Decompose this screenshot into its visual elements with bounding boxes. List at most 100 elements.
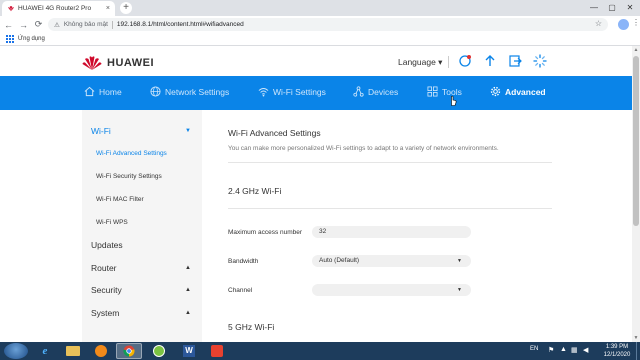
media-player-taskbar-icon[interactable] xyxy=(88,343,114,359)
back-button[interactable]: ← xyxy=(2,20,15,30)
bookmark-apps[interactable]: Ứng dụng xyxy=(18,36,45,42)
sidebar-item-updates[interactable]: Updates xyxy=(91,240,193,250)
tab-title: HUAWEI 4G Router2 Pro xyxy=(18,5,92,12)
scroll-up-icon[interactable]: ▲ xyxy=(632,47,640,53)
warning-icon: ⚠ xyxy=(54,21,60,29)
sidebar-item-router[interactable]: Router ▲ xyxy=(91,263,193,273)
close-window-button[interactable]: ✕ xyxy=(621,0,639,16)
nav-network-settings[interactable]: Network Settings xyxy=(150,86,229,97)
header-divider xyxy=(448,56,449,68)
nav-devices[interactable]: Devices xyxy=(353,86,398,97)
bookmark-star-icon[interactable]: ☆ xyxy=(595,19,602,28)
ie-taskbar-icon[interactable]: e xyxy=(32,343,58,359)
huawei-favicon-icon xyxy=(7,5,14,12)
flag-icon[interactable]: ⚑ xyxy=(548,346,554,354)
message-icon[interactable] xyxy=(458,54,472,68)
dropdown-arrow-icon: ▼ xyxy=(457,258,462,264)
caret-up-icon: ▲ xyxy=(185,310,191,316)
start-button[interactable] xyxy=(4,343,28,359)
word-taskbar-icon[interactable]: W xyxy=(176,343,202,359)
clock-date: 12/1/2020 xyxy=(603,352,631,358)
max-access-input[interactable]: 32 xyxy=(312,226,471,238)
sidebar-subitem-label: Wi-Fi Security Settings xyxy=(96,173,162,180)
nav-advanced[interactable]: Advanced xyxy=(490,86,546,97)
bandwidth-select[interactable]: Auto (Default) ▼ xyxy=(312,255,471,267)
main-nav: Home Network Settings Wi-Fi Settings Dev… xyxy=(0,76,632,110)
screen: HUAWEI 4G Router2 Pro × + — ▢ ✕ ← → ⟳ ⚠ … xyxy=(0,0,640,360)
scroll-down-icon[interactable]: ▼ xyxy=(632,335,640,341)
divider xyxy=(228,208,552,209)
gear-icon xyxy=(490,86,501,97)
max-access-value: 32 xyxy=(319,228,327,235)
page-scrollbar[interactable]: ▲ ▼ xyxy=(632,46,640,342)
language-select[interactable]: Language ▾ xyxy=(398,57,442,68)
sidebar-item-security[interactable]: Security ▲ xyxy=(91,285,193,295)
close-tab-icon[interactable]: × xyxy=(106,5,110,12)
sidebar-subitem-label: Wi-Fi Advanced Settings xyxy=(96,150,167,157)
new-tab-button[interactable]: + xyxy=(120,2,132,14)
sidebar-item-system-label: System xyxy=(91,308,120,318)
tray-expand-icon[interactable]: ▲ xyxy=(560,346,567,353)
show-desktop-button[interactable] xyxy=(636,342,640,360)
scrollbar-thumb[interactable] xyxy=(633,56,639,226)
maximize-button[interactable]: ▢ xyxy=(603,0,621,16)
sidebar-item-router-label: Router xyxy=(91,263,117,273)
browser-tab[interactable]: HUAWEI 4G Router2 Pro × xyxy=(2,1,115,16)
app-taskbar-icon[interactable] xyxy=(146,343,172,359)
logout-icon[interactable] xyxy=(508,54,522,68)
foxit-taskbar-icon[interactable] xyxy=(204,343,230,359)
chrome-icon xyxy=(123,345,135,357)
apps-grid-icon[interactable] xyxy=(6,35,14,43)
profile-avatar[interactable] xyxy=(618,19,629,30)
main-content: Wi-Fi Advanced Settings You can make mor… xyxy=(228,110,552,342)
divider xyxy=(228,162,552,163)
nav-wifi-settings-label: Wi-Fi Settings xyxy=(273,86,326,97)
huawei-logo[interactable]: HUAWEI xyxy=(82,55,154,71)
volume-icon[interactable]: ◀ xyxy=(583,346,588,354)
nav-devices-label: Devices xyxy=(368,86,399,97)
browser-tab-strip: HUAWEI 4G Router2 Pro × + — ▢ ✕ xyxy=(0,0,640,16)
system-clock[interactable]: 1:39 PM 12/1/2020 xyxy=(602,343,632,359)
sidebar-item-wifi-label: Wi-Fi xyxy=(91,126,111,136)
page-description: You can make more personalized Wi-Fi set… xyxy=(228,145,499,152)
update-arrow-icon[interactable] xyxy=(483,54,497,68)
reload-button[interactable]: ⟳ xyxy=(32,19,45,30)
chrome-taskbar-icon[interactable] xyxy=(116,343,142,359)
language-indicator[interactable]: EN xyxy=(530,346,538,352)
network-icon[interactable]: ▦ xyxy=(571,346,578,354)
bandwidth-value: Auto (Default) xyxy=(319,257,360,264)
devices-icon xyxy=(353,86,364,97)
sidebar-subitem-wifi-wps[interactable]: Wi-Fi WPS xyxy=(96,219,198,226)
folder-taskbar-icon[interactable] xyxy=(60,343,86,359)
nav-home[interactable]: Home xyxy=(84,86,122,97)
section-title-5ghz: 5 GHz Wi-Fi xyxy=(228,322,275,332)
sidebar-subitem-wifi-advanced[interactable]: Wi-Fi Advanced Settings xyxy=(96,150,198,157)
sidebar-subitem-wifi-security[interactable]: Wi-Fi Security Settings xyxy=(96,173,198,180)
sidebar-item-wifi[interactable]: Wi-Fi ▼ xyxy=(91,126,193,136)
security-status[interactable]: Không bảo mật xyxy=(64,21,108,28)
sidebar-subitem-label: Wi-Fi WPS xyxy=(96,219,128,226)
sidebar-subitem-wifi-mac-filter[interactable]: Wi-Fi MAC Filter xyxy=(96,196,198,203)
url-text[interactable]: 192.168.8.1/html/content.html#wifiadvanc… xyxy=(117,21,244,28)
huawei-flower-icon xyxy=(82,56,102,70)
sidebar-item-security-label: Security xyxy=(91,285,122,295)
brand-name: HUAWEI xyxy=(107,57,154,69)
sidebar-item-system[interactable]: System ▲ xyxy=(91,308,193,318)
sidebar: Wi-Fi ▼ Wi-Fi Advanced Settings Wi-Fi Se… xyxy=(82,110,202,342)
browser-menu-icon[interactable]: ⋮ xyxy=(632,18,640,27)
omnibox-divider xyxy=(111,20,113,29)
channel-select[interactable]: ▼ xyxy=(312,284,471,296)
bookmarks-bar: Ứng dụng xyxy=(0,33,640,46)
page-title: Wi-Fi Advanced Settings xyxy=(228,128,321,138)
loading-spinner-icon xyxy=(533,54,547,68)
wifi-icon xyxy=(258,88,269,97)
section-title-2-4ghz: 2.4 GHz Wi-Fi xyxy=(228,186,282,196)
forward-button[interactable]: → xyxy=(17,20,30,30)
bandwidth-label: Bandwidth xyxy=(228,258,259,265)
max-access-label: Maximum access number xyxy=(228,229,303,236)
clock-time: 1:39 PM xyxy=(605,344,629,350)
minimize-button[interactable]: — xyxy=(585,0,603,16)
nav-wifi-settings[interactable]: Wi-Fi Settings xyxy=(258,86,326,97)
sidebar-subitem-label: Wi-Fi MAC Filter xyxy=(96,196,144,203)
address-bar[interactable]: ⚠ Không bảo mật 192.168.8.1/html/content… xyxy=(48,18,608,31)
